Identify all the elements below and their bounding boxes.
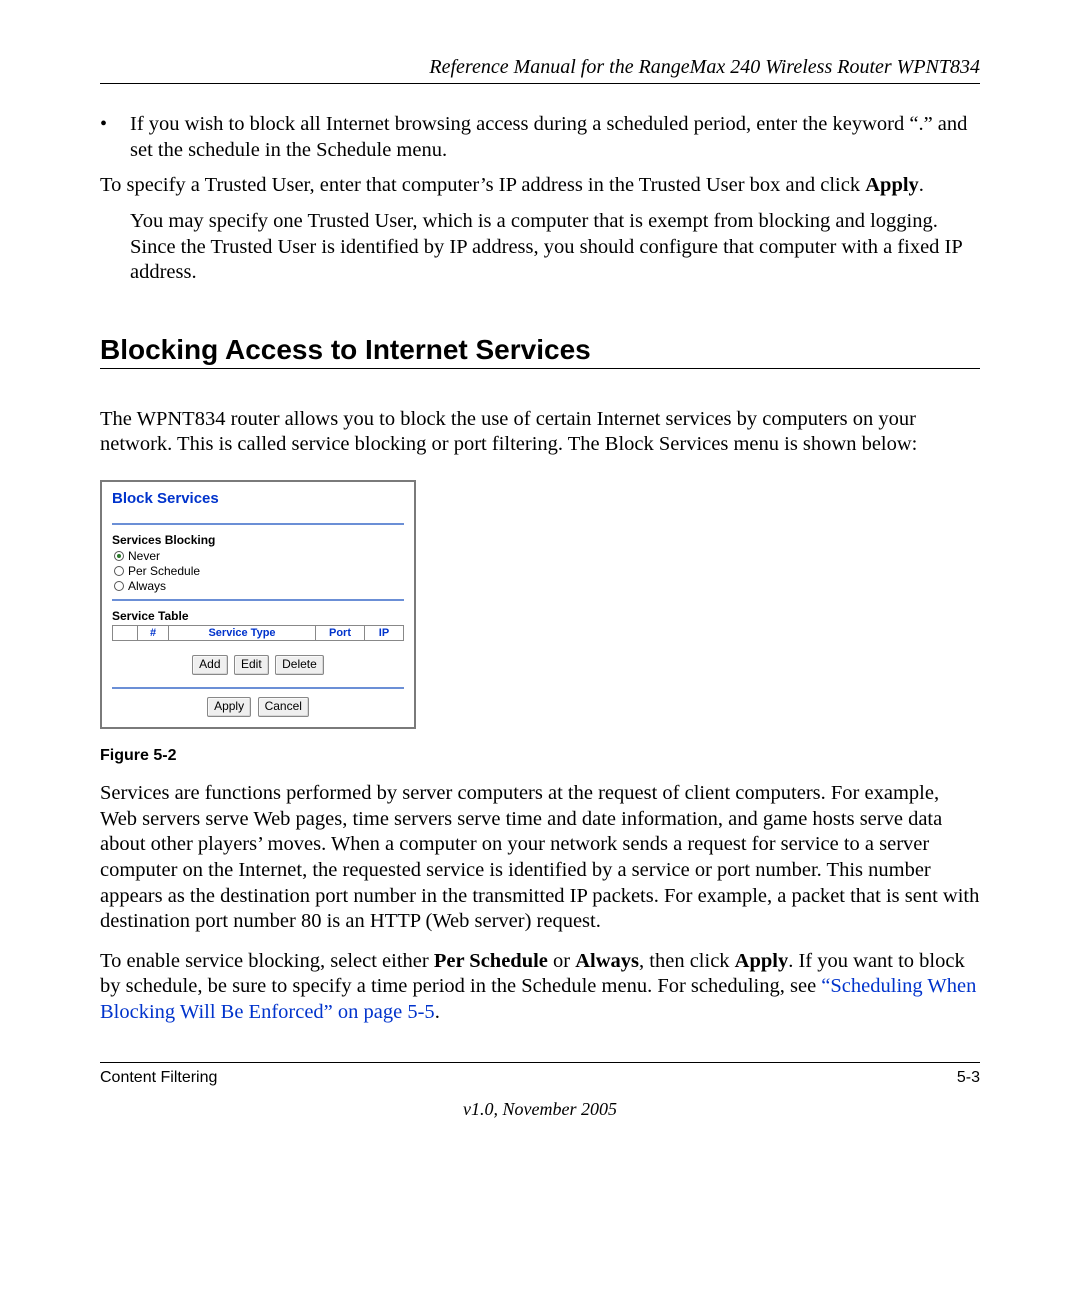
bullet-text: If you wish to block all Internet browsi… bbox=[130, 112, 980, 163]
radio-never-label: Never bbox=[128, 549, 160, 563]
apply-bold-1: Apply bbox=[865, 174, 919, 196]
trusted-user-intro: To specify a Trusted User, enter that co… bbox=[100, 173, 980, 199]
page-footer: Content Filtering 5-3 v1.0, November 200… bbox=[100, 1062, 980, 1120]
block-services-screenshot: Block Services Services Blocking Never P… bbox=[100, 480, 416, 729]
radio-per-schedule-label: Per Schedule bbox=[128, 564, 200, 578]
radio-always-label: Always bbox=[128, 579, 166, 593]
screenshot-divider-3 bbox=[112, 687, 404, 689]
th-ip: IP bbox=[365, 626, 404, 641]
section-rule bbox=[100, 368, 980, 369]
radio-row-per-schedule[interactable]: Per Schedule bbox=[114, 564, 404, 578]
service-table: # Service Type Port IP bbox=[112, 625, 404, 641]
apply-bold-2: Apply bbox=[735, 950, 789, 972]
services-explanation: Services are functions performed by serv… bbox=[100, 781, 980, 935]
edit-button[interactable]: Edit bbox=[234, 655, 269, 675]
enable-service-blocking: To enable service blocking, select eithe… bbox=[100, 949, 980, 1026]
enable-end: . bbox=[435, 1001, 440, 1023]
footer-version: v1.0, November 2005 bbox=[100, 1099, 980, 1120]
period-1: . bbox=[919, 174, 924, 196]
radio-row-always[interactable]: Always bbox=[114, 579, 404, 593]
add-button[interactable]: Add bbox=[192, 655, 227, 675]
header-rule bbox=[100, 83, 980, 84]
form-button-row: Apply Cancel bbox=[112, 697, 404, 717]
screenshot-title: Block Services bbox=[112, 490, 404, 507]
th-select bbox=[113, 626, 138, 641]
bullet-dot: • bbox=[100, 112, 130, 163]
cancel-button[interactable]: Cancel bbox=[258, 697, 309, 717]
delete-button[interactable]: Delete bbox=[275, 655, 324, 675]
screenshot-divider-2 bbox=[112, 599, 404, 601]
section-intro: The WPNT834 router allows you to block t… bbox=[100, 407, 980, 458]
footer-right: 5-3 bbox=[957, 1069, 980, 1087]
enable-then-click: , then click bbox=[639, 950, 735, 972]
trusted-user-intro-pre: To specify a Trusted User, enter that co… bbox=[100, 174, 865, 196]
radio-always[interactable] bbox=[114, 581, 124, 591]
th-service-type: Service Type bbox=[169, 626, 316, 641]
screenshot-divider-1 bbox=[112, 523, 404, 525]
footer-rule bbox=[100, 1062, 980, 1063]
radio-per-schedule[interactable] bbox=[114, 566, 124, 576]
bullet-block-all-browsing: • If you wish to block all Internet brow… bbox=[100, 112, 980, 163]
page-header-title: Reference Manual for the RangeMax 240 Wi… bbox=[100, 56, 980, 79]
radio-never[interactable] bbox=[114, 551, 124, 561]
radio-row-never[interactable]: Never bbox=[114, 549, 404, 563]
figure-caption: Figure 5-2 bbox=[100, 747, 980, 765]
footer-left: Content Filtering bbox=[100, 1069, 217, 1087]
table-button-row: Add Edit Delete bbox=[112, 655, 404, 675]
enable-or: or bbox=[548, 950, 575, 972]
service-table-label: Service Table bbox=[112, 609, 404, 623]
th-port: Port bbox=[316, 626, 365, 641]
per-schedule-bold: Per Schedule bbox=[434, 950, 548, 972]
services-blocking-label: Services Blocking bbox=[112, 533, 404, 547]
th-num: # bbox=[138, 626, 169, 641]
apply-button[interactable]: Apply bbox=[207, 697, 251, 717]
always-bold: Always bbox=[575, 950, 639, 972]
figure-wrap: Block Services Services Blocking Never P… bbox=[100, 480, 980, 765]
trusted-user-body: You may specify one Trusted User, which … bbox=[130, 209, 980, 286]
enable-p1: To enable service blocking, select eithe… bbox=[100, 950, 434, 972]
section-heading: Blocking Access to Internet Services bbox=[100, 334, 980, 366]
